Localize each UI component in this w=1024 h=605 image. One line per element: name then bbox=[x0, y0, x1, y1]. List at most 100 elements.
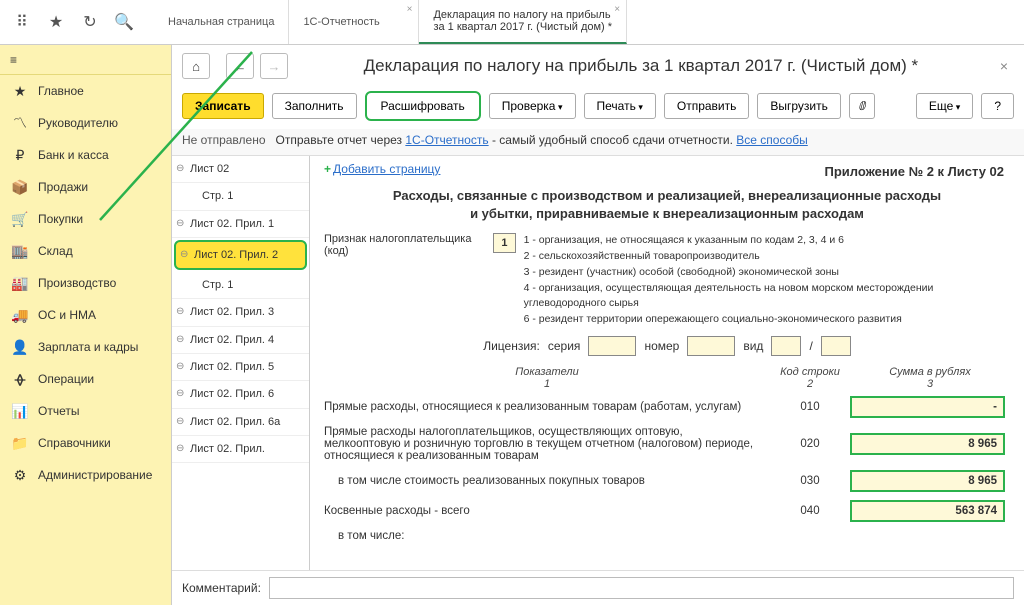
tree-sheet02[interactable]: Лист 02 bbox=[172, 156, 309, 183]
row-020: Прямые расходы налогоплательщиков, осуще… bbox=[324, 426, 1010, 462]
tab-declaration[interactable]: Декларация по налогу на прибыльза 1 квар… bbox=[419, 0, 627, 44]
cart-icon: 🛒 bbox=[12, 211, 28, 227]
factory-icon: 🏭 bbox=[12, 275, 28, 291]
truck-icon: 🚚 bbox=[12, 307, 28, 323]
toolbar: Записать Заполнить Расшифровать Проверка… bbox=[172, 87, 1024, 129]
sidebar-item-reports[interactable]: 📊Отчеты bbox=[0, 395, 171, 427]
close-icon[interactable]: × bbox=[614, 4, 620, 15]
search-icon[interactable]: 🔍 bbox=[116, 14, 132, 30]
license-row: Лицензия: серия номер вид / bbox=[324, 336, 1010, 356]
export-button[interactable]: Выгрузить bbox=[757, 93, 841, 119]
close-button[interactable]: × bbox=[994, 58, 1014, 74]
tree-app6a[interactable]: Лист 02. Прил. 6а bbox=[172, 409, 309, 436]
sidebar-item-admin[interactable]: ⚙Администрирование bbox=[0, 459, 171, 491]
reporting-link[interactable]: 1С-Отчетность bbox=[405, 133, 488, 147]
help-button[interactable]: ? bbox=[981, 93, 1014, 119]
add-page-link[interactable]: +Добавить страницу bbox=[324, 162, 440, 176]
tree-app-more[interactable]: Лист 02. Прил. bbox=[172, 436, 309, 463]
attach-button[interactable]: 𝟘 bbox=[849, 93, 875, 119]
page-title: Декларация по налогу на прибыль за 1 ква… bbox=[294, 56, 988, 76]
all-methods-link[interactable]: Все способы bbox=[736, 133, 808, 147]
tab-home[interactable]: Начальная страница bbox=[154, 0, 289, 44]
taxpayer-label: Признак налогоплательщика (код) bbox=[324, 233, 485, 257]
check-button[interactable]: Проверка bbox=[489, 93, 576, 119]
table-headers: Показатели1 Код строки2 Сумма в рублях3 bbox=[324, 366, 1010, 390]
history-icon[interactable]: ↻ bbox=[82, 14, 98, 30]
close-icon[interactable]: × bbox=[407, 4, 413, 15]
apps-icon[interactable]: ⠿ bbox=[14, 14, 30, 30]
sidebar-item-bank[interactable]: ₽Банк и касса bbox=[0, 139, 171, 171]
row-030: в том числе стоимость реализованных поку… bbox=[324, 470, 1010, 492]
sidebar-item-prod[interactable]: 🏭Производство bbox=[0, 267, 171, 299]
sidebar: ≡ ★Главное 〽Руководителю ₽Банк и касса 📦… bbox=[0, 45, 172, 605]
sidebar-toggle[interactable]: ≡ bbox=[0, 45, 171, 75]
more-button[interactable]: Еще bbox=[916, 93, 973, 119]
send-button[interactable]: Отправить bbox=[664, 93, 750, 119]
comment-label: Комментарий: bbox=[182, 581, 261, 595]
comment-input[interactable] bbox=[269, 577, 1014, 599]
warehouse-icon: 🏬 bbox=[12, 243, 28, 259]
content-header: ⌂ ← → Декларация по налогу на прибыль за… bbox=[172, 45, 1024, 87]
sidebar-item-stock[interactable]: 🏬Склад bbox=[0, 235, 171, 267]
sidebar-item-main[interactable]: ★Главное bbox=[0, 75, 171, 107]
fill-button[interactable]: Заполнить bbox=[272, 93, 357, 119]
tree-app4[interactable]: Лист 02. Прил. 4 bbox=[172, 327, 309, 354]
folder-icon: 📁 bbox=[12, 435, 28, 451]
tree-app3[interactable]: Лист 02. Прил. 3 bbox=[172, 299, 309, 326]
chart-icon: 〽 bbox=[12, 115, 28, 131]
status-row: Не отправлено Отправьте отчет через 1С-О… bbox=[172, 129, 1024, 156]
sidebar-item-purchase[interactable]: 🛒Покупки bbox=[0, 203, 171, 235]
comment-row: Комментарий: bbox=[172, 570, 1024, 605]
tab-reporting[interactable]: 1С-Отчетность× bbox=[289, 0, 419, 44]
print-button[interactable]: Печать bbox=[584, 93, 656, 119]
taxpayer-row: Признак налогоплательщика (код) 1 1 - ор… bbox=[324, 233, 1010, 328]
status-label: Не отправлено bbox=[182, 133, 266, 147]
tree-app5[interactable]: Лист 02. Прил. 5 bbox=[172, 354, 309, 381]
row-010: Прямые расходы, относящиеся к реализован… bbox=[324, 396, 1010, 418]
codes-legend: 1 - организация, не относящаяся к указан… bbox=[524, 233, 1010, 328]
sidebar-item-ops[interactable]: ᚖОперации bbox=[0, 363, 171, 395]
val-040[interactable]: 563 874 bbox=[850, 500, 1005, 522]
sidebar-item-leader[interactable]: 〽Руководителю bbox=[0, 107, 171, 139]
gear-icon: ⚙ bbox=[12, 467, 28, 483]
val-010[interactable]: - bbox=[850, 396, 1005, 418]
home-icon: ★ bbox=[12, 83, 28, 99]
sidebar-item-refs[interactable]: 📁Справочники bbox=[0, 427, 171, 459]
decode-button[interactable]: Расшифровать bbox=[365, 91, 481, 121]
status-text: Отправьте отчет через 1С-Отчетность - са… bbox=[276, 133, 808, 147]
top-bar: ⠿ ★ ↻ 🔍 Начальная страница 1С-Отчетность… bbox=[0, 0, 1024, 45]
forward-button[interactable]: → bbox=[260, 53, 288, 79]
appendix-title: Приложение № 2 к Листу 02 bbox=[825, 164, 1005, 179]
ops-icon: ᚖ bbox=[12, 371, 28, 387]
tree: Лист 02 Стр. 1 Лист 02. Прил. 1 Лист 02.… bbox=[172, 156, 310, 570]
save-button[interactable]: Записать bbox=[182, 93, 264, 119]
tree-app2[interactable]: Лист 02. Прил. 2 bbox=[174, 240, 307, 270]
row-040sub: в том числе: bbox=[324, 530, 1010, 542]
tree-app2-p1[interactable]: Стр. 1 bbox=[172, 272, 309, 299]
menu-icon: ≡ bbox=[10, 53, 17, 67]
sidebar-item-os[interactable]: 🚚ОС и НМА bbox=[0, 299, 171, 331]
home-button[interactable]: ⌂ bbox=[182, 53, 210, 79]
topbar-icons: ⠿ ★ ↻ 🔍 bbox=[0, 14, 146, 30]
form-area: +Добавить страницу Приложение № 2 к Лист… bbox=[310, 156, 1024, 570]
section-title: Расходы, связанные с производством и реа… bbox=[324, 187, 1010, 223]
content: ⌂ ← → Декларация по налогу на прибыль за… bbox=[172, 45, 1024, 605]
row-040: Косвенные расходы - всего 040 563 874 bbox=[324, 500, 1010, 522]
tree-app6[interactable]: Лист 02. Прил. 6 bbox=[172, 381, 309, 408]
lic-series-input[interactable] bbox=[588, 336, 636, 356]
lic-number-input[interactable] bbox=[687, 336, 735, 356]
taxpayer-code-input[interactable]: 1 bbox=[493, 233, 515, 253]
star-icon[interactable]: ★ bbox=[48, 14, 64, 30]
sidebar-item-salary[interactable]: 👤Зарплата и кадры bbox=[0, 331, 171, 363]
sidebar-item-sales[interactable]: 📦Продажи bbox=[0, 171, 171, 203]
val-020[interactable]: 8 965 bbox=[850, 433, 1005, 455]
val-030[interactable]: 8 965 bbox=[850, 470, 1005, 492]
tree-sheet02-p1[interactable]: Стр. 1 bbox=[172, 183, 309, 210]
tree-app1[interactable]: Лист 02. Прил. 1 bbox=[172, 211, 309, 238]
money-icon: ₽ bbox=[12, 147, 28, 163]
back-button[interactable]: ← bbox=[226, 53, 254, 79]
box-icon: 📦 bbox=[12, 179, 28, 195]
lic-type-input[interactable] bbox=[771, 336, 801, 356]
lic-type2-input[interactable] bbox=[821, 336, 851, 356]
person-icon: 👤 bbox=[12, 339, 28, 355]
